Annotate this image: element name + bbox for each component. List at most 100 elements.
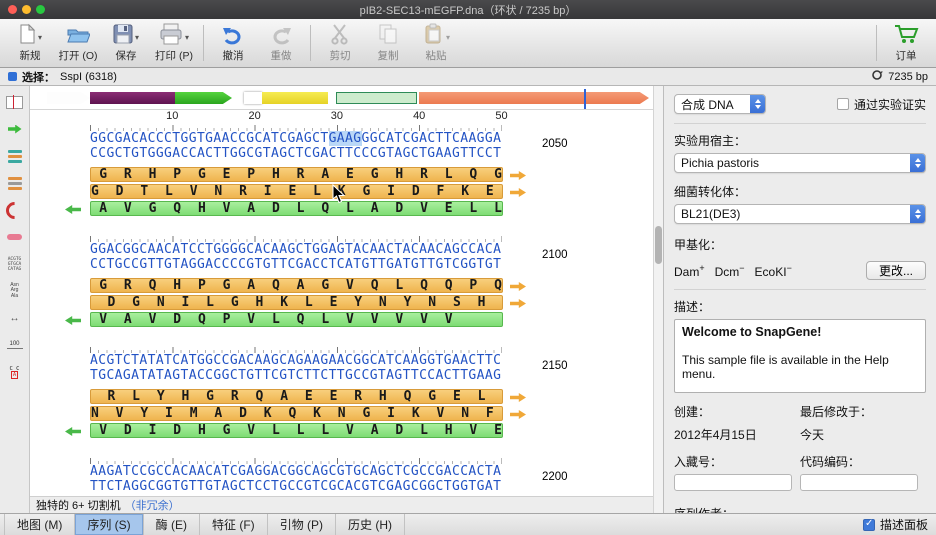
cut-button[interactable]: 剪切 <box>316 21 364 65</box>
code-label: 代码编码： <box>800 453 926 470</box>
reverse-strand[interactable]: TTCTAGGCGGTGTTGTAGCTCCTGCCGTCGCACGTCGAGC… <box>90 479 653 494</box>
translation-row[interactable]: V A V D Q P V L Q L V V V V V <box>90 312 503 327</box>
scrollbar-thumb[interactable] <box>655 226 662 264</box>
undo-button[interactable]: 撤消 <box>209 21 257 65</box>
methylation-label: 甲基化： <box>674 236 926 253</box>
copy-button[interactable]: 复制 <box>364 21 412 65</box>
open-button[interactable]: 打开 (O) <box>54 21 102 65</box>
reverse-strand[interactable]: TGCAGATATAGTACCGGCTGTTCGTCTTCTTGCCGTAGTT… <box>90 368 653 383</box>
describe-panel-checkbox[interactable]: 描述面板 <box>863 514 936 535</box>
translation-letters: G R H P G E P H R A E G H R L Q G <box>91 167 502 182</box>
enzyme-flag-tool[interactable] <box>2 90 28 114</box>
tab-features[interactable]: 特征 (F) <box>200 514 268 535</box>
translation-row[interactable]: G D T L V N R I E L K G I D F K E <box>90 184 503 199</box>
vertical-scrollbar[interactable] <box>653 86 663 513</box>
translation-row[interactable]: N V Y I M A D K Q K N G I K V N F <box>90 406 503 421</box>
change-methylation-button[interactable]: 更改... <box>866 261 926 280</box>
shopping-cart-icon <box>893 23 919 48</box>
status-text: 独特的 6+ 切割机 <box>36 497 121 513</box>
ruler-number: 10 <box>166 110 178 122</box>
primers-display-tool[interactable] <box>2 171 28 195</box>
show-translations-tool[interactable] <box>2 117 28 141</box>
author-label: 序列作者： <box>674 505 926 513</box>
popup-stepper-icon <box>750 95 765 113</box>
orf-display-tool[interactable] <box>2 225 28 249</box>
redo-button[interactable]: 重做 <box>257 21 305 65</box>
reverse-strand[interactable]: CCGCTGTGGGACCACTTGGCGTAGCTCGACTTCCCGTAGC… <box>90 146 653 161</box>
map-cursor-line <box>584 89 586 109</box>
methylation-dcm: Dcm− <box>715 263 745 279</box>
accession-input[interactable] <box>674 474 792 491</box>
chevron-down-icon <box>134 29 139 43</box>
translation-row[interactable]: A V G Q H V A D L Q L A D V E L L <box>90 201 503 216</box>
translation-row[interactable]: R L Y H G R Q A E E R H Q G E L <box>90 389 503 404</box>
translation-letters: D G N I L G H K L E Y N Y N S H <box>91 295 486 310</box>
translation-row[interactable]: D G N I L G H K L E Y N Y N S H <box>90 295 503 310</box>
feature-segment-yellow[interactable] <box>262 92 328 104</box>
translation-row[interactable]: G R H P G E P H R A E G H R L Q G <box>90 167 503 182</box>
tab-enzymes[interactable]: 酶 (E) <box>144 514 200 535</box>
selection-icon <box>8 72 17 81</box>
paste-button[interactable]: 粘贴 <box>412 21 460 65</box>
horizontal-arrows-icon: ↔ <box>10 313 20 324</box>
translation-row[interactable]: G R Q H P G A Q A G V Q L Q Q P Q <box>90 278 503 293</box>
print-button[interactable]: 打印 (P) <box>150 21 198 65</box>
plasmid-circle-icon <box>871 69 883 84</box>
position-label: 2150 <box>542 360 568 372</box>
frame-arrow-right-icon <box>510 282 526 291</box>
numbering-tool[interactable]: 100 <box>2 333 28 357</box>
translation-letters: N V Y I M A D K Q K N G I K V N F <box>91 406 494 421</box>
enzymes-display-tool[interactable] <box>2 198 28 222</box>
codon-color-tool[interactable]: C C A <box>2 360 28 384</box>
forward-strand[interactable]: ACGTCTATATCATGGCCGACAAGCAGAAGAACGGCATCAA… <box>90 353 653 368</box>
tab-primers[interactable]: 引物 (P) <box>268 514 336 535</box>
ruler-number: 50 <box>495 110 507 122</box>
feature-segment-white[interactable] <box>244 92 262 104</box>
snapgene-window: pIB2-SEC13-mEGFP.dna（环状 / 7235 bp） 新规 打开… <box>0 0 936 535</box>
tab-map[interactable]: 地图 (M) <box>4 514 75 535</box>
checkbox-unchecked-icon <box>837 98 849 110</box>
order-button[interactable]: 订单 <box>882 21 930 65</box>
description-box[interactable]: Welcome to SnapGene! This sample file is… <box>674 319 926 393</box>
new-button[interactable]: 新规 <box>6 21 54 65</box>
sequence-block: ACGTCTATATCATGGCCGACAAGCAGAAGAACGGCATCAA… <box>30 347 653 438</box>
sequence-text-tool[interactable]: ACGTG GTGCA CATAG <box>2 252 28 276</box>
sequence-view[interactable]: 1020304050 GGCGACACCCTGGTGAACCGCATCGAGCT… <box>30 86 653 513</box>
features-display-tool[interactable] <box>2 144 28 168</box>
codon-letters-icon: C C A <box>10 366 20 378</box>
accession-label: 入藏号： <box>674 453 800 470</box>
host-select[interactable]: Pichia pastoris <box>674 153 926 173</box>
spacing-tool[interactable]: ↔ <box>2 306 28 330</box>
description-panel: 合成 DNA 通过实验证实 实验用宿主： Pichia pastoris 细菌转… <box>663 86 936 513</box>
feature-segment-purple[interactable] <box>90 92 175 104</box>
sequence-block: AAGATCCGCCACAACATCGAGGACGGCAGCGTGCAGCTCG… <box>30 458 653 494</box>
forward-strand[interactable]: GGCGACACCCTGGTGAACCGCATCGAGCTGAAGGGCATCG… <box>90 131 653 146</box>
save-button[interactable]: 保存 <box>102 21 150 65</box>
host-label: 实验用宿主： <box>674 132 926 149</box>
code-input[interactable] <box>800 474 918 491</box>
transform-select[interactable]: BL21(DE3) <box>674 204 926 224</box>
translation-row[interactable]: V D I D H G V L L L V A D L H V E <box>90 423 503 438</box>
feature-segment-mint[interactable] <box>336 92 417 104</box>
methylation-dam: Dam+ <box>674 263 705 279</box>
experimentally-verified-checkbox[interactable]: 通过实验证实 <box>837 96 926 113</box>
translation-letters: R L Y H G R Q A E E R H Q G E L <box>91 389 486 404</box>
reverse-strand[interactable]: CCTGCCGTTGTAGGACCCCGTGTTCGACCTCATGTTGATG… <box>90 257 653 272</box>
new-document-icon <box>18 23 36 48</box>
ruler-100-icon: 100 <box>7 341 23 349</box>
modified-label: 最后修改于： <box>800 403 926 420</box>
forward-strand[interactable]: GGACGGCAACATCCTGGGGCACAAGCTGGAGTACAACTAC… <box>90 242 653 257</box>
status-link[interactable]: （非冗余） <box>125 497 180 513</box>
translation-letters: V D I D H G V L L L V A D L H V E <box>91 423 502 438</box>
feature-segment-coral-arrow[interactable] <box>419 92 649 104</box>
forward-strand[interactable]: AAGATCCGCCACAACATCGAGGACGGCAGCGTGCAGCTCG… <box>90 464 653 479</box>
feature-segment-white-arrow[interactable] <box>47 92 90 104</box>
enzyme-flag-icon <box>6 96 23 109</box>
frame-arrow-left-icon <box>65 316 81 325</box>
modified-value: 今天 <box>800 426 926 443</box>
dna-type-select[interactable]: 合成 DNA <box>674 94 766 114</box>
amino-acid-text-tool[interactable]: Asn Arg Ala <box>2 279 28 303</box>
tab-sequence[interactable]: 序列 (S) <box>75 514 143 535</box>
tab-history[interactable]: 历史 (H) <box>336 514 405 535</box>
feature-segment-green-arrow[interactable] <box>175 92 232 104</box>
